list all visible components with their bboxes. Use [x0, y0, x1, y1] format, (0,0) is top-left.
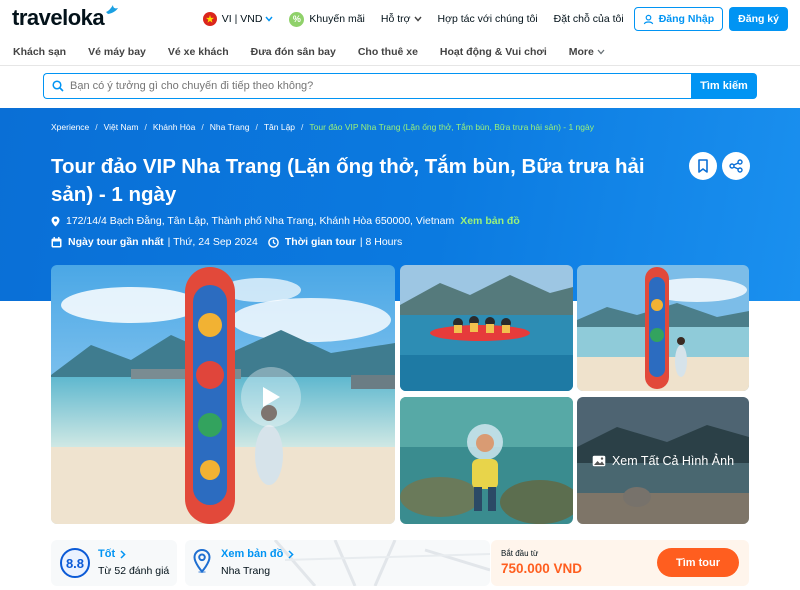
chevron-right-icon [120, 549, 126, 559]
tour-photo-banana-boat[interactable] [400, 265, 573, 391]
calendar-icon [51, 236, 62, 248]
share-button[interactable] [722, 152, 750, 180]
rating-label-link[interactable]: Tốt [98, 548, 126, 560]
next-date-value: | Thứ, 24 Sep 2024 [167, 236, 258, 248]
bookmark-icon [698, 159, 708, 173]
vietnam-flag-icon [202, 12, 217, 26]
view-map-link[interactable]: Xem bản đồ [221, 548, 295, 560]
view-map-link[interactable]: Xem bản đồ [460, 215, 520, 227]
tour-address: 172/14/4 Bạch Đằng, Tân Lập, Thành phố N… [51, 215, 520, 227]
breadcrumb-separator: / [144, 122, 147, 132]
location-city: Nha Trang [221, 565, 271, 577]
chevron-down-icon [413, 13, 422, 25]
chevron-down-icon [265, 13, 273, 25]
user-icon [643, 14, 653, 24]
play-icon [263, 387, 280, 407]
save-bookmark-button[interactable] [689, 152, 717, 180]
location-pin-icon [51, 216, 60, 227]
partner-link[interactable]: Hợp tác với chúng tôi [438, 13, 538, 25]
price-card: Bắt đầu từ 750.000 VND Tìm tour [491, 540, 749, 586]
nav-more[interactable]: More [569, 46, 605, 58]
rating-label: Tốt [98, 548, 116, 560]
nav-bus-tickets[interactable]: Vé xe khách [168, 46, 229, 58]
breadcrumb-item[interactable]: Khánh Hòa [153, 122, 196, 132]
traveloka-logo[interactable]: traveloka [12, 5, 119, 31]
tour-photo-paddleboard[interactable] [577, 265, 749, 391]
search-bar: Tìm kiếm [0, 66, 800, 108]
partner-label: Hợp tác với chúng tôi [437, 13, 538, 25]
breadcrumb-item[interactable]: Việt Nam [104, 122, 139, 132]
support-label: Hỗ trợ [380, 13, 411, 25]
duration-label: Thời gian tour [284, 236, 356, 248]
promotions-label: Khuyến mãi [309, 13, 365, 25]
breadcrumb-separator: / [95, 122, 98, 132]
language-currency-label: VI | VND [221, 13, 263, 25]
my-bookings-link[interactable]: Đặt chỗ của tôi [554, 13, 624, 25]
promotion-icon: % [289, 11, 305, 27]
breadcrumb: Xperience / Việt Nam / Khánh Hòa / Nha Tran… [51, 122, 594, 132]
duration-value: | 8 Hours [359, 236, 403, 248]
nav-airport-transfer[interactable]: Đưa đón sân bay [251, 46, 336, 58]
breadcrumb-separator: / [255, 122, 258, 132]
tour-photo-sea-walking[interactable] [400, 397, 573, 524]
chevron-right-icon [288, 549, 295, 559]
search-field[interactable] [43, 73, 691, 99]
address-text: 172/14/4 Bạch Đằng, Tân Lập, Thành phố N… [66, 215, 455, 227]
tour-title: Tour đảo VIP Nha Trang (Lặn ống thở, Tắm… [51, 155, 645, 206]
view-all-photos-button[interactable]: Xem Tất Cả Hình Ảnh [577, 397, 749, 524]
breadcrumb-item[interactable]: Tân Lập [264, 122, 295, 132]
next-date-label: Ngày tour gần nhất [68, 236, 164, 248]
main-tour-video[interactable] [51, 265, 395, 524]
search-input[interactable] [70, 80, 650, 92]
search-button[interactable]: Tìm kiếm [691, 73, 757, 99]
top-bar: traveloka VI | VND % Khuyến mãi Hỗ trợ H… [0, 0, 800, 38]
register-button[interactable]: Đăng ký [729, 7, 788, 31]
chevron-down-icon [597, 46, 605, 58]
promotions-link[interactable]: % Khuyến mãi [289, 11, 365, 27]
language-currency-selector[interactable]: VI | VND [202, 12, 274, 26]
nav-hotels[interactable]: Khách sạn [13, 46, 66, 58]
view-all-photos-label: Xem Tất Cả Hình Ảnh [611, 453, 735, 468]
play-video-button[interactable] [241, 367, 301, 427]
logo-text: traveloka [12, 5, 105, 30]
breadcrumb-separator: / [301, 122, 304, 132]
map-background [273, 540, 490, 586]
nav-car-rental[interactable]: Cho thuê xe [358, 46, 418, 58]
logo-bird-icon [105, 4, 119, 22]
share-icon [729, 159, 743, 173]
breadcrumb-item[interactable]: Nha Trang [210, 122, 250, 132]
clock-icon [268, 236, 279, 248]
location-pin-icon [193, 548, 211, 578]
rating-score: 8.8 [60, 548, 90, 578]
location-card[interactable]: Xem bản đồ Nha Trang [185, 540, 490, 586]
find-tour-button[interactable]: Tìm tour [657, 548, 739, 577]
rating-count: Từ 52 đánh giá [98, 565, 170, 577]
view-map-label: Xem bản đồ [221, 548, 284, 560]
tour-schedule: Ngày tour gần nhất | Thứ, 24 Sep 2024 Th… [51, 236, 402, 248]
nav-flights[interactable]: Vé máy bay [88, 46, 146, 58]
tour-photo-beach-more[interactable]: Xem Tất Cả Hình Ảnh [577, 397, 749, 524]
support-menu[interactable]: Hỗ trợ [381, 13, 422, 25]
login-label: Đăng Nhập [658, 13, 715, 25]
search-icon [52, 80, 64, 92]
register-label: Đăng ký [738, 13, 779, 25]
breadcrumb-current: Tour đảo VIP Nha Trang (Lặn ống thở, Tắm… [309, 122, 594, 132]
breadcrumb-separator: / [201, 122, 204, 132]
nav-more-label: More [568, 45, 594, 58]
price-from-label: Bắt đầu từ [501, 549, 539, 558]
nav-activities[interactable]: Hoạt động & Vui chơi [440, 46, 547, 58]
rating-card[interactable]: 8.8 Tốt Từ 52 đánh giá [51, 540, 177, 586]
my-bookings-label: Đặt chỗ của tôi [553, 13, 624, 25]
login-button[interactable]: Đăng Nhập [633, 7, 724, 31]
breadcrumb-item[interactable]: Xperience [51, 122, 89, 132]
price-value: 750.000 VND [501, 561, 583, 576]
image-icon [592, 455, 606, 466]
product-nav: Khách sạn Vé máy bay Vé xe khách Đưa đón… [0, 38, 800, 66]
